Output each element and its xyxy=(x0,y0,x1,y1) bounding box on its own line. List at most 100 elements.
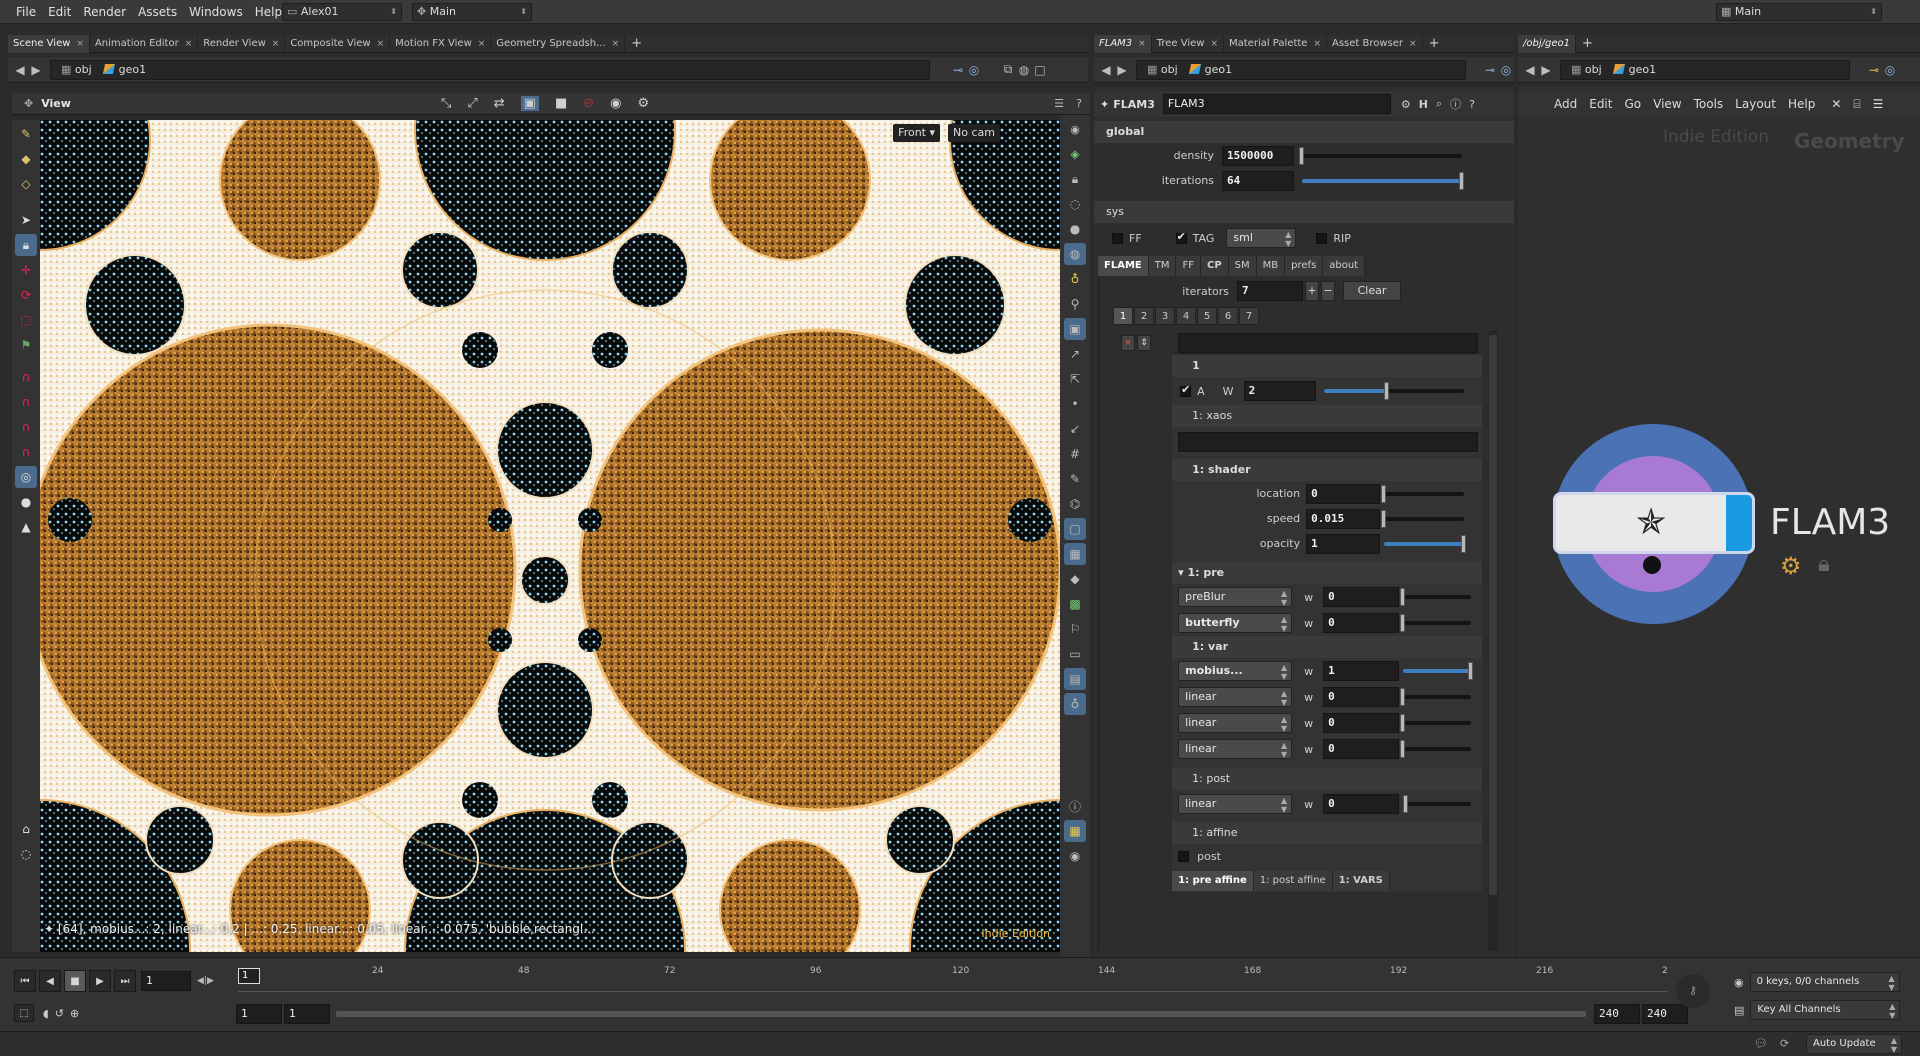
tab-render-view[interactable]: Render View × xyxy=(198,34,286,53)
cube-icon[interactable]: ◆ xyxy=(1064,568,1086,590)
stop-icon[interactable]: ⊖ xyxy=(583,96,594,111)
delete-icon[interactable]: × xyxy=(1121,335,1135,351)
pre-var-menu[interactable]: preBlur ▲ ▼ xyxy=(1178,587,1293,607)
back-icon[interactable]: ◀ xyxy=(12,63,28,77)
add-tab-button[interactable]: + xyxy=(1423,36,1446,51)
sphere-icon[interactable]: ● xyxy=(15,491,37,513)
post-var-weight-field[interactable]: 0 xyxy=(1323,794,1400,814)
scrollbar-thumb[interactable] xyxy=(1489,335,1498,895)
obj-crumb[interactable]: ▦ obj xyxy=(1565,61,1608,79)
list-icon[interactable]: ☰ xyxy=(1867,97,1890,111)
light-icon[interactable]: ◍ xyxy=(1064,243,1086,265)
pin-icon[interactable]: ⊸ xyxy=(1482,63,1498,77)
snap-icon[interactable]: ◆ xyxy=(15,148,37,170)
density-slider[interactable] xyxy=(1299,146,1462,165)
clear-button[interactable]: Clear xyxy=(1343,281,1401,301)
layer-icon[interactable]: ◈ xyxy=(1064,143,1086,165)
iterations-slider[interactable] xyxy=(1302,171,1464,190)
back-icon[interactable]: ◀ xyxy=(1522,63,1538,77)
transform-icon[interactable]: ⤢ xyxy=(467,96,477,111)
lock-icon[interactable]: 🔒︎ xyxy=(15,234,37,256)
iterator-tab-7[interactable]: 7 xyxy=(1239,307,1259,325)
magnet-icon[interactable]: ∩ xyxy=(15,366,37,388)
tree-icon[interactable]: ⌬ xyxy=(1064,493,1086,515)
close-icon[interactable]: × xyxy=(1409,39,1417,49)
params.vars-var-slider[interactable] xyxy=(1400,714,1472,732)
weight-field[interactable]: 2 xyxy=(1243,381,1316,401)
pose-icon[interactable]: ⚑ xyxy=(15,334,37,356)
node-name-field[interactable]: FLAM3 xyxy=(1162,94,1391,114)
keys-info-menu[interactable]: 0 keys, 0/0 channels ▲ ▼ xyxy=(1749,972,1900,992)
speed-slider[interactable] xyxy=(1381,509,1465,528)
display-options-icon[interactable]: ▣ xyxy=(520,96,539,111)
range-start2-field[interactable]: 1 xyxy=(284,1004,330,1024)
opacity-field[interactable]: 1 xyxy=(1306,533,1381,554)
search-icon[interactable]: ⌕ xyxy=(1436,97,1442,111)
post-var-menu[interactable]: linear ▲ ▼ xyxy=(1178,794,1293,814)
params.pre_vars-var-weight-field[interactable]: 0 xyxy=(1323,613,1400,633)
scale-icon[interactable]: ⬚ xyxy=(15,309,37,331)
magnet3-icon[interactable]: ∩ xyxy=(15,416,37,438)
geo1-crumb[interactable]: geo1 xyxy=(1184,61,1238,79)
post-checkbox[interactable] xyxy=(1178,850,1190,862)
link-icon[interactable]: ◎ xyxy=(966,63,982,77)
flam3-node[interactable]: ✯ xyxy=(1553,492,1755,554)
link-icon[interactable]: ◎ xyxy=(1498,63,1514,77)
options-icon[interactable]: ☰ xyxy=(1054,97,1064,110)
magnet4-icon[interactable]: ∩ xyxy=(15,441,37,463)
net-menu-view[interactable]: View xyxy=(1647,97,1687,111)
pin-icon[interactable]: ⊸ xyxy=(1866,63,1882,77)
rip-checkbox[interactable] xyxy=(1316,232,1328,244)
handle-icon[interactable]: ✎ xyxy=(15,123,37,145)
back-icon[interactable]: ◀ xyxy=(1098,63,1114,77)
range-slider[interactable] xyxy=(336,1011,1586,1017)
tab-flam3[interactable]: FLAM3 × xyxy=(1094,34,1152,53)
info-icon[interactable]: ⓘ xyxy=(1450,96,1461,112)
params.vars-var-slider[interactable] xyxy=(1400,740,1472,758)
range-end-field[interactable]: 240 xyxy=(1594,1004,1640,1024)
var-menu[interactable]: linear ▲ ▼ xyxy=(1178,687,1293,707)
ff-checkbox[interactable] xyxy=(1112,232,1123,244)
add-tab-button[interactable]: + xyxy=(1576,36,1599,51)
realtime-icon[interactable]: ⊕ xyxy=(70,1007,79,1020)
iterator-tab-1[interactable]: 1 xyxy=(1113,307,1133,325)
range-start-field[interactable]: 1 xyxy=(236,1004,282,1024)
close-icon[interactable]: × xyxy=(272,39,280,49)
params.vars-var-slider[interactable] xyxy=(1403,662,1474,680)
render-icon[interactable]: ▲ xyxy=(15,516,37,538)
close-icon[interactable]: × xyxy=(185,39,193,49)
point-icon[interactable]: ◇ xyxy=(15,173,37,195)
menu-file[interactable]: File xyxy=(10,0,42,24)
frame-field[interactable]: 1 xyxy=(141,971,191,991)
select-tool-icon[interactable]: ➤ xyxy=(15,209,37,231)
remove-iterator-button[interactable]: − xyxy=(1321,281,1335,301)
params.vars-var-weight-field[interactable]: 1 xyxy=(1323,661,1400,681)
weight-slider[interactable] xyxy=(1323,382,1464,400)
first-frame-icon[interactable]: ⏮ xyxy=(14,970,36,992)
params.vars-var-weight-field[interactable]: 0 xyxy=(1323,687,1400,707)
current-frame-marker[interactable]: 1 xyxy=(238,968,260,984)
param-scrollbar[interactable] xyxy=(1488,331,1498,951)
net-menu-go[interactable]: Go xyxy=(1618,97,1647,111)
point-display-icon[interactable]: • xyxy=(1064,393,1086,415)
quad-view-icon[interactable]: ▦ xyxy=(1064,820,1086,842)
vector-icon[interactable]: ↙ xyxy=(1064,418,1086,440)
tab-sm[interactable]: SM xyxy=(1228,256,1257,276)
move-icon[interactable]: ⇕ xyxy=(1137,335,1151,351)
speed-field[interactable]: 0.015 xyxy=(1306,508,1381,529)
params.vars-var-slider[interactable] xyxy=(1400,688,1472,706)
brush-icon[interactable]: ✎ xyxy=(1064,468,1086,490)
rotate-tool-icon[interactable]: ⟳ xyxy=(15,284,37,306)
tab-mb[interactable]: MB xyxy=(1256,256,1286,276)
camera-icon[interactable]: ◉ xyxy=(610,96,621,111)
close-icon[interactable]: × xyxy=(612,39,620,49)
geo1-crumb[interactable]: geo1 xyxy=(1608,61,1662,79)
net-menu-add[interactable]: Add xyxy=(1548,97,1583,111)
xaos-field[interactable] xyxy=(1178,432,1479,452)
tab-cp[interactable]: CP xyxy=(1201,256,1229,276)
move-icon[interactable]: ✛ xyxy=(15,259,37,281)
tea-icon[interactable]: ⌂ xyxy=(15,818,37,840)
active-checkbox[interactable] xyxy=(1180,383,1192,397)
tab-vars[interactable]: 1: VARS xyxy=(1332,871,1390,891)
viewport-canvas[interactable]: Front ▾ No cam ✦ [64], mobius...: 2, lin… xyxy=(40,120,1060,952)
